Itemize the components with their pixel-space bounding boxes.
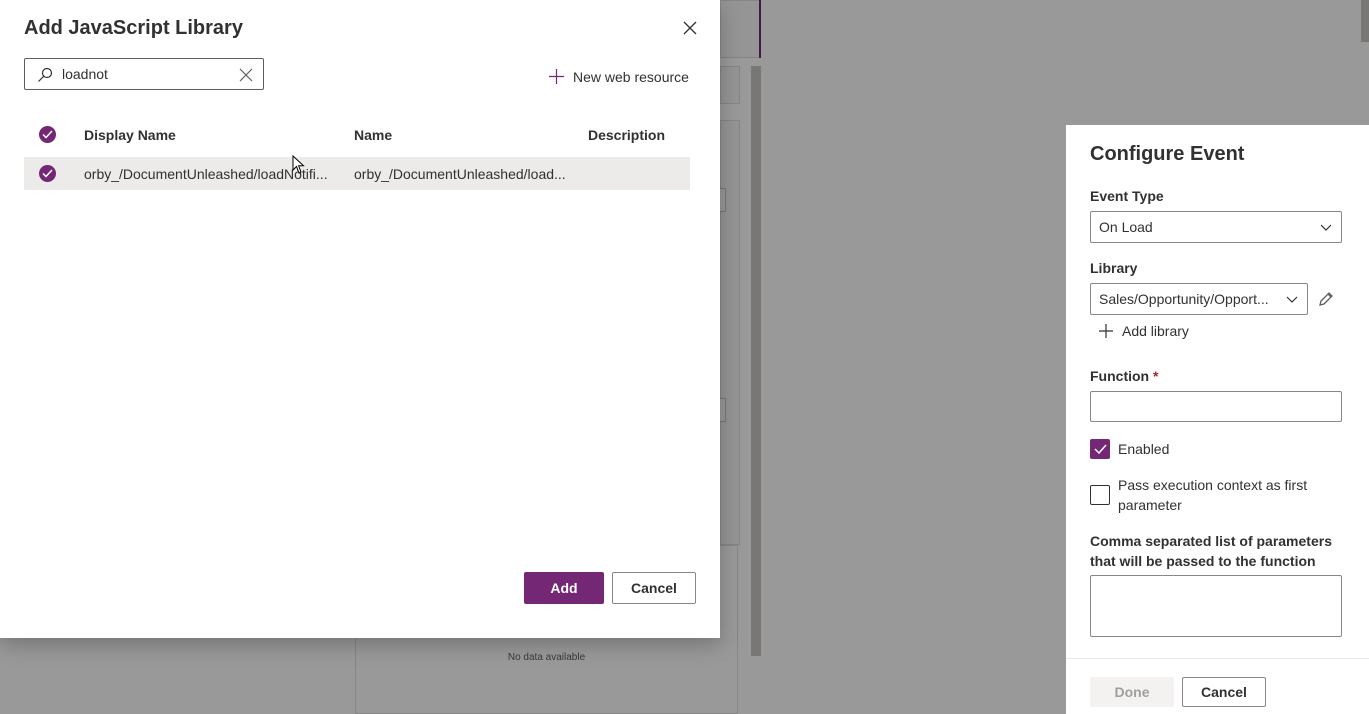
event-type-value: On Load — [1099, 219, 1153, 235]
add-library-button[interactable]: Add library — [1098, 323, 1189, 339]
checkmark-icon — [42, 169, 53, 178]
required-indicator: * — [1153, 368, 1159, 384]
chevron-down-icon — [1286, 296, 1298, 303]
add-javascript-library-dialog: Add JavaScript Library loadnot New web r… — [0, 0, 720, 638]
library-value: Sales/Opportunity/Opport... — [1099, 291, 1269, 307]
event-type-label: Event Type — [1090, 188, 1164, 204]
panel-title: Configure Event — [1090, 143, 1245, 165]
function-label: Function * — [1090, 368, 1159, 384]
done-button[interactable]: Done — [1090, 677, 1174, 707]
select-all-checkbox[interactable] — [39, 126, 56, 143]
clear-search-icon[interactable] — [239, 68, 253, 82]
cancel-button[interactable]: Cancel — [612, 572, 696, 604]
plus-icon — [1099, 324, 1113, 338]
column-header-display-name[interactable]: Display Name — [84, 127, 176, 143]
edit-library-icon[interactable] — [1316, 289, 1336, 309]
checkmark-icon — [1094, 444, 1107, 455]
params-label: Comma separated list of parameters that … — [1090, 533, 1332, 569]
search-icon — [38, 67, 53, 82]
table-row[interactable]: orby_/DocumentUnleashed/loadNotifi... or… — [24, 157, 690, 190]
column-header-description[interactable]: Description — [588, 127, 665, 143]
panel-cancel-button[interactable]: Cancel — [1182, 677, 1266, 707]
chevron-down-icon — [1320, 224, 1332, 231]
row-select-checkbox[interactable] — [39, 165, 56, 182]
new-web-resource-button[interactable]: New web resource — [548, 68, 689, 85]
add-button[interactable]: Add — [524, 572, 604, 604]
pass-context-checkbox[interactable] — [1090, 485, 1110, 505]
cell-name: orby_/DocumentUnleashed/load... — [354, 166, 566, 182]
enabled-checkbox[interactable] — [1090, 439, 1110, 459]
enabled-label: Enabled — [1118, 441, 1170, 457]
library-dropdown[interactable]: Sales/Opportunity/Opport... — [1090, 283, 1308, 315]
close-icon[interactable] — [680, 18, 700, 38]
column-header-name[interactable]: Name — [354, 127, 392, 143]
panel-footer-divider — [1066, 658, 1369, 659]
checkmark-icon — [42, 130, 53, 139]
mouse-cursor-icon — [292, 155, 305, 174]
library-label: Library — [1090, 260, 1138, 276]
function-input[interactable] — [1090, 391, 1342, 422]
event-type-dropdown[interactable]: On Load — [1090, 211, 1342, 243]
new-web-resource-label: New web resource — [573, 68, 689, 85]
search-input[interactable]: loadnot — [24, 58, 264, 90]
plus-icon — [549, 69, 564, 84]
dialog-title: Add JavaScript Library — [24, 17, 243, 39]
pass-context-label: Pass execution context as first paramete… — [1118, 477, 1308, 513]
grid-header: Display Name Name Description — [24, 118, 690, 152]
params-textarea[interactable] — [1090, 575, 1342, 637]
add-library-label: Add library — [1122, 323, 1189, 339]
configure-event-panel: Configure Event Event Type On Load Libra… — [1066, 125, 1369, 714]
search-value: loadnot — [62, 66, 108, 82]
